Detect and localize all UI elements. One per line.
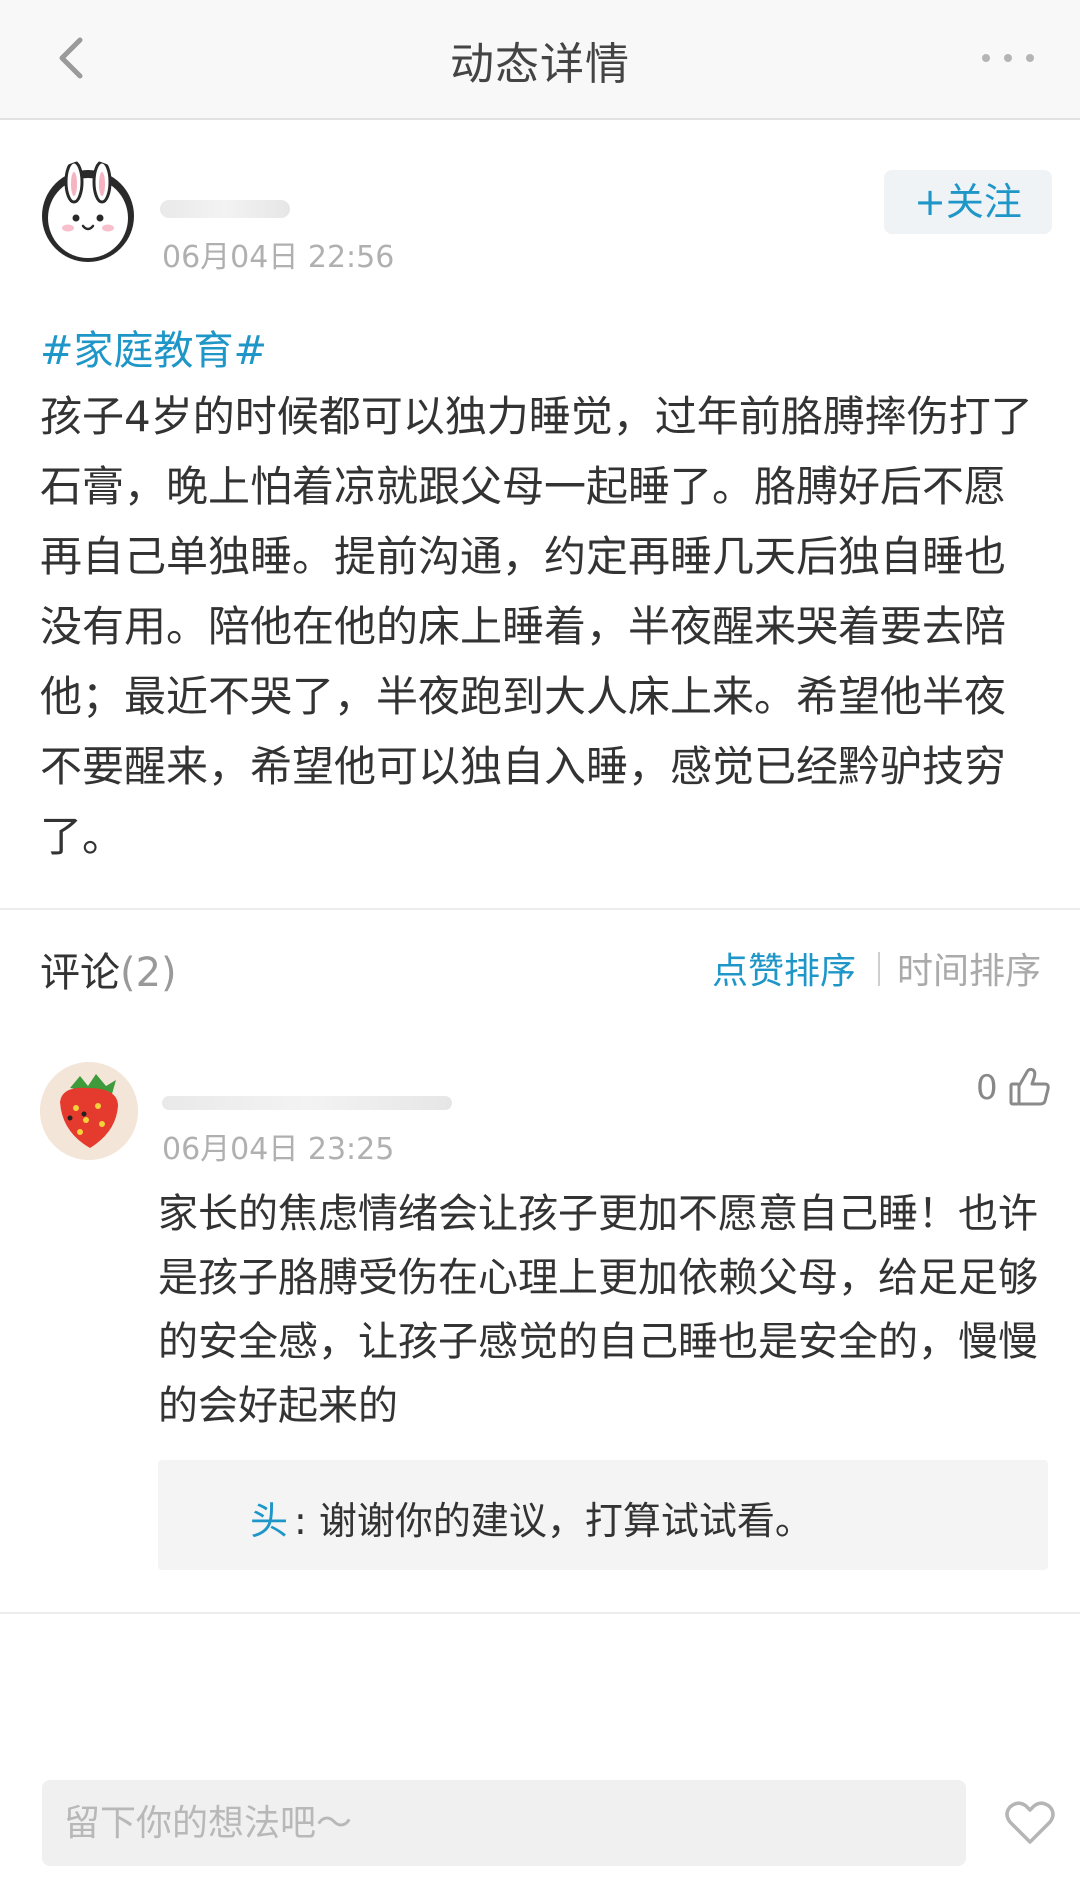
- post-body: 孩子4岁的时候都可以独力睡觉，过年前胳膊摔伤打了石膏，晚上怕着凉就跟父母一起睡了…: [40, 392, 1033, 861]
- reply-box[interactable]: 头 : 谢谢你的建议，打算试试看。: [158, 1460, 1048, 1570]
- page-title: 动态详情: [450, 39, 630, 90]
- sort-separator: [878, 952, 880, 986]
- topic-tag[interactable]: #家庭教育#: [40, 318, 267, 376]
- comment-input-bar[interactable]: [42, 1780, 966, 1866]
- comments-title: 评论(2): [40, 940, 177, 998]
- comments-label: 评论: [40, 950, 120, 996]
- comment-like-count: 0: [976, 1068, 998, 1108]
- author-name-blurred: [160, 200, 290, 218]
- commenter-name-blurred: [162, 1096, 452, 1110]
- heart-icon[interactable]: [1004, 1800, 1056, 1846]
- comments-bottom-divider: [0, 1612, 1080, 1614]
- follow-button[interactable]: +关注: [884, 170, 1052, 234]
- comment-time: 06月04日 23:25: [162, 1132, 395, 1167]
- thumbs-up-icon[interactable]: [1008, 1066, 1052, 1108]
- author-avatar[interactable]: [40, 160, 136, 264]
- comment-body: 家长的焦虑情绪会让孩子更加不愿意自己睡！也许是孩子胳膊受伤在心理上更加依赖父母，…: [158, 1191, 1038, 1429]
- more-dots-icon[interactable]: [978, 48, 1038, 68]
- comments-count: (2): [120, 950, 177, 996]
- comment-input[interactable]: [42, 1780, 966, 1866]
- post-time: 06月04日 22:56: [162, 240, 395, 275]
- commenter-avatar[interactable]: [40, 1062, 138, 1160]
- nav-bar: 动态详情: [0, 0, 1080, 120]
- reply-author-name[interactable]: 头: [250, 1490, 288, 1545]
- section-divider: [0, 908, 1080, 910]
- sort-by-time-tab[interactable]: 时间排序: [897, 942, 1041, 994]
- sort-by-likes-tab[interactable]: 点赞排序: [712, 942, 856, 994]
- reply-text: : 谢谢你的建议，打算试试看。: [294, 1499, 813, 1543]
